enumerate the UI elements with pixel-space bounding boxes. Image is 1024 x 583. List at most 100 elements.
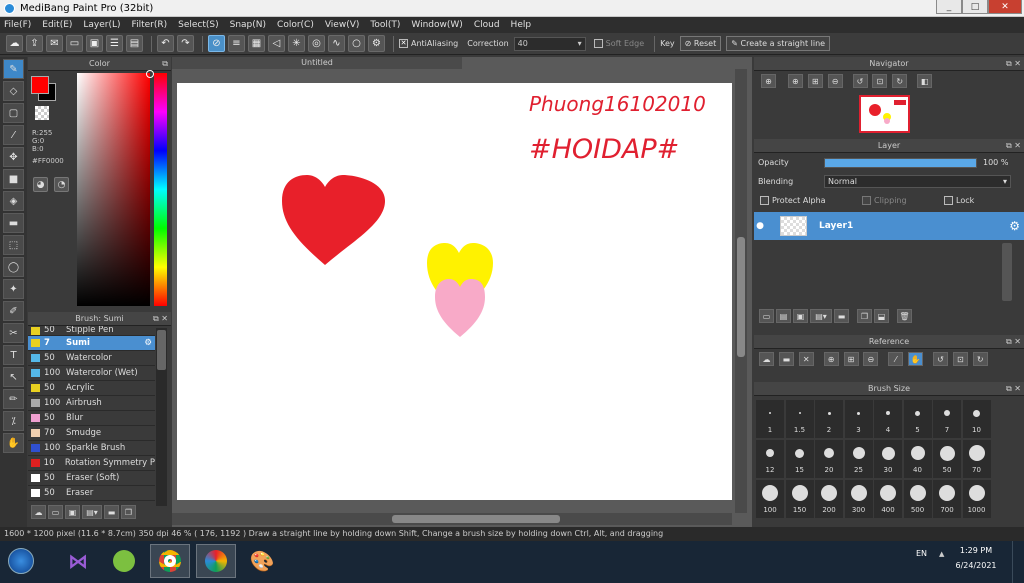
- reference-picker-icon[interactable]: ⁄: [888, 352, 904, 366]
- undo-icon[interactable]: ↶: [157, 35, 174, 52]
- brush-size-option[interactable]: 400: [874, 480, 902, 518]
- brush-size-option[interactable]: 3: [844, 400, 873, 438]
- brush-size-option[interactable]: 25: [844, 440, 873, 478]
- add-brush-icon[interactable]: ▭: [48, 505, 63, 519]
- menu-window[interactable]: Window(W): [411, 20, 462, 30]
- brush-size-option[interactable]: 200: [815, 480, 843, 518]
- close-button[interactable]: ✕: [988, 0, 1022, 14]
- brush-size-option[interactable]: 700: [933, 480, 961, 518]
- text-tool-icon[interactable]: T: [3, 345, 24, 365]
- document-tab[interactable]: Untitled: [172, 57, 462, 69]
- app-taskbar-icon[interactable]: [104, 544, 144, 578]
- layer-visibility-icon[interactable]: ●: [754, 221, 766, 231]
- divide-tool-icon[interactable]: ✏: [3, 389, 24, 409]
- clipping-checkbox[interactable]: [862, 196, 871, 205]
- menu-tool[interactable]: Tool(T): [370, 20, 400, 30]
- brush-item[interactable]: 50 Eraser (Soft): [28, 471, 155, 486]
- merge-layer-icon[interactable]: ⬓: [874, 309, 889, 323]
- gear-icon[interactable]: ⚙: [144, 338, 152, 348]
- menu-layer[interactable]: Layer(L): [83, 20, 120, 30]
- zoom-fit-icon[interactable]: ⊕: [761, 74, 776, 88]
- brush-size-option[interactable]: 4: [874, 400, 902, 438]
- menu-help[interactable]: Help: [511, 20, 532, 30]
- reference-rotate-left-icon[interactable]: ↺: [933, 352, 948, 366]
- layer-list-scrollbar[interactable]: [1002, 243, 1012, 301]
- menu-color[interactable]: Color(C): [277, 20, 314, 30]
- menu-snap[interactable]: Snap(N): [230, 20, 266, 30]
- panel-menu-icon[interactable]: ⧉ ✕: [1006, 139, 1021, 152]
- correction-dropdown[interactable]: 40 ▾: [513, 36, 586, 51]
- brush-size-option[interactable]: 7: [933, 400, 961, 438]
- menu-cloud[interactable]: Cloud: [474, 20, 500, 30]
- tray-expand-icon[interactable]: ▲: [939, 550, 944, 558]
- palette-icon[interactable]: ◕: [33, 177, 48, 192]
- maximize-button[interactable]: □: [962, 0, 988, 14]
- export-icon[interactable]: ☰: [106, 35, 123, 52]
- zoom-out-icon[interactable]: ⊖: [827, 74, 843, 88]
- lock-checkbox[interactable]: [944, 196, 953, 205]
- reference-actual-size-icon[interactable]: ⊡: [952, 352, 968, 366]
- brush-list-scrollbar[interactable]: [156, 328, 167, 506]
- eraser-tool-icon[interactable]: ◇: [3, 81, 24, 101]
- reference-hand-icon[interactable]: ✋: [908, 352, 924, 366]
- soft-edge-checkbox[interactable]: [593, 39, 603, 48]
- foreground-color-swatch[interactable]: [31, 76, 49, 94]
- brush-item[interactable]: 100 Airbrush: [28, 396, 155, 411]
- brush-item[interactable]: 50 Acrylic: [28, 381, 155, 396]
- panel-menu-icon[interactable]: ⧉ ✕: [1006, 57, 1021, 70]
- panel-menu-icon[interactable]: ⧉: [162, 57, 168, 70]
- brush-size-option[interactable]: 50: [933, 440, 961, 478]
- hue-slider[interactable]: [154, 73, 167, 306]
- save-icon[interactable]: ▣: [86, 35, 103, 52]
- duplicate-layer-icon[interactable]: ❐: [857, 309, 872, 323]
- layer-item-layer1[interactable]: ● Layer1 ⚙: [754, 212, 1024, 240]
- layer-folder-icon[interactable]: ▬: [834, 309, 849, 323]
- move-tool-icon[interactable]: ✥: [3, 147, 24, 167]
- reference-fit-icon[interactable]: ⊞: [843, 352, 859, 366]
- panel-menu-icon[interactable]: ⧉ ✕: [1006, 382, 1021, 395]
- drawing-canvas[interactable]: Phuong16102010 #HOIDAP#: [177, 83, 732, 500]
- brush-item[interactable]: 50 Eraser: [28, 486, 155, 501]
- select-eraser-tool-icon[interactable]: ✂: [3, 323, 24, 343]
- gradient-tool-icon[interactable]: ▬: [3, 213, 24, 233]
- brush-size-option[interactable]: 100: [756, 480, 784, 518]
- dot-tool-icon[interactable]: ⁄: [3, 125, 24, 145]
- antialiasing-checkbox[interactable]: ✕: [399, 39, 408, 48]
- flip-icon[interactable]: ◧: [917, 74, 933, 88]
- snap-settings-icon[interactable]: ⚙: [368, 35, 385, 52]
- reference-close-icon[interactable]: ✕: [798, 352, 814, 366]
- reset-button[interactable]: ⊘ Reset: [679, 36, 722, 51]
- windows-start-button[interactable]: [4, 544, 38, 578]
- brush-duplicate-icon[interactable]: ▣: [65, 505, 80, 519]
- brush-item[interactable]: 100 Watercolor (Wet): [28, 366, 155, 381]
- panel-menu-icon[interactable]: ⧉ ✕: [1006, 335, 1021, 348]
- brush-cloud-icon[interactable]: ☁: [31, 505, 46, 519]
- rectangle-tool-icon[interactable]: ▢: [3, 103, 24, 123]
- brush-size-option[interactable]: 150: [785, 480, 814, 518]
- redo-icon[interactable]: ↷: [177, 35, 194, 52]
- brush-copy-icon[interactable]: ❐: [121, 505, 136, 519]
- menu-edit[interactable]: Edit(E): [42, 20, 72, 30]
- brush-item[interactable]: 10 Rotation Symmetry P: [28, 456, 155, 471]
- reference-cloud-icon[interactable]: ☁: [759, 352, 774, 366]
- brush-size-option[interactable]: 20: [815, 440, 843, 478]
- new-8bit-layer-icon[interactable]: ▣: [793, 309, 808, 323]
- minimize-button[interactable]: _: [936, 0, 962, 14]
- grid-snap-icon[interactable]: ▦: [248, 35, 265, 52]
- brush-item[interactable]: 100 Sparkle Brush: [28, 441, 155, 456]
- blending-dropdown[interactable]: Normal ▾: [824, 175, 1011, 188]
- paint-taskbar-icon[interactable]: 🎨: [242, 544, 282, 578]
- brush-size-option[interactable]: 500: [903, 480, 932, 518]
- brush-tool-icon[interactable]: ✎: [3, 59, 24, 79]
- hand-tool-icon[interactable]: ✋: [3, 433, 24, 453]
- actual-size-icon[interactable]: ⊡: [872, 74, 888, 88]
- horizontal-scroll-thumb[interactable]: [392, 515, 560, 523]
- menu-view[interactable]: View(V): [325, 20, 360, 30]
- color-picker-cursor[interactable]: [146, 70, 154, 78]
- vertical-scroll-thumb[interactable]: [737, 237, 745, 357]
- saturation-value-picker[interactable]: [77, 73, 150, 306]
- select-pen-tool-icon[interactable]: ✐: [3, 301, 24, 321]
- brush-size-option[interactable]: 15: [785, 440, 814, 478]
- gear-icon[interactable]: ⚙: [1009, 219, 1020, 233]
- brush-size-option[interactable]: 12: [756, 440, 784, 478]
